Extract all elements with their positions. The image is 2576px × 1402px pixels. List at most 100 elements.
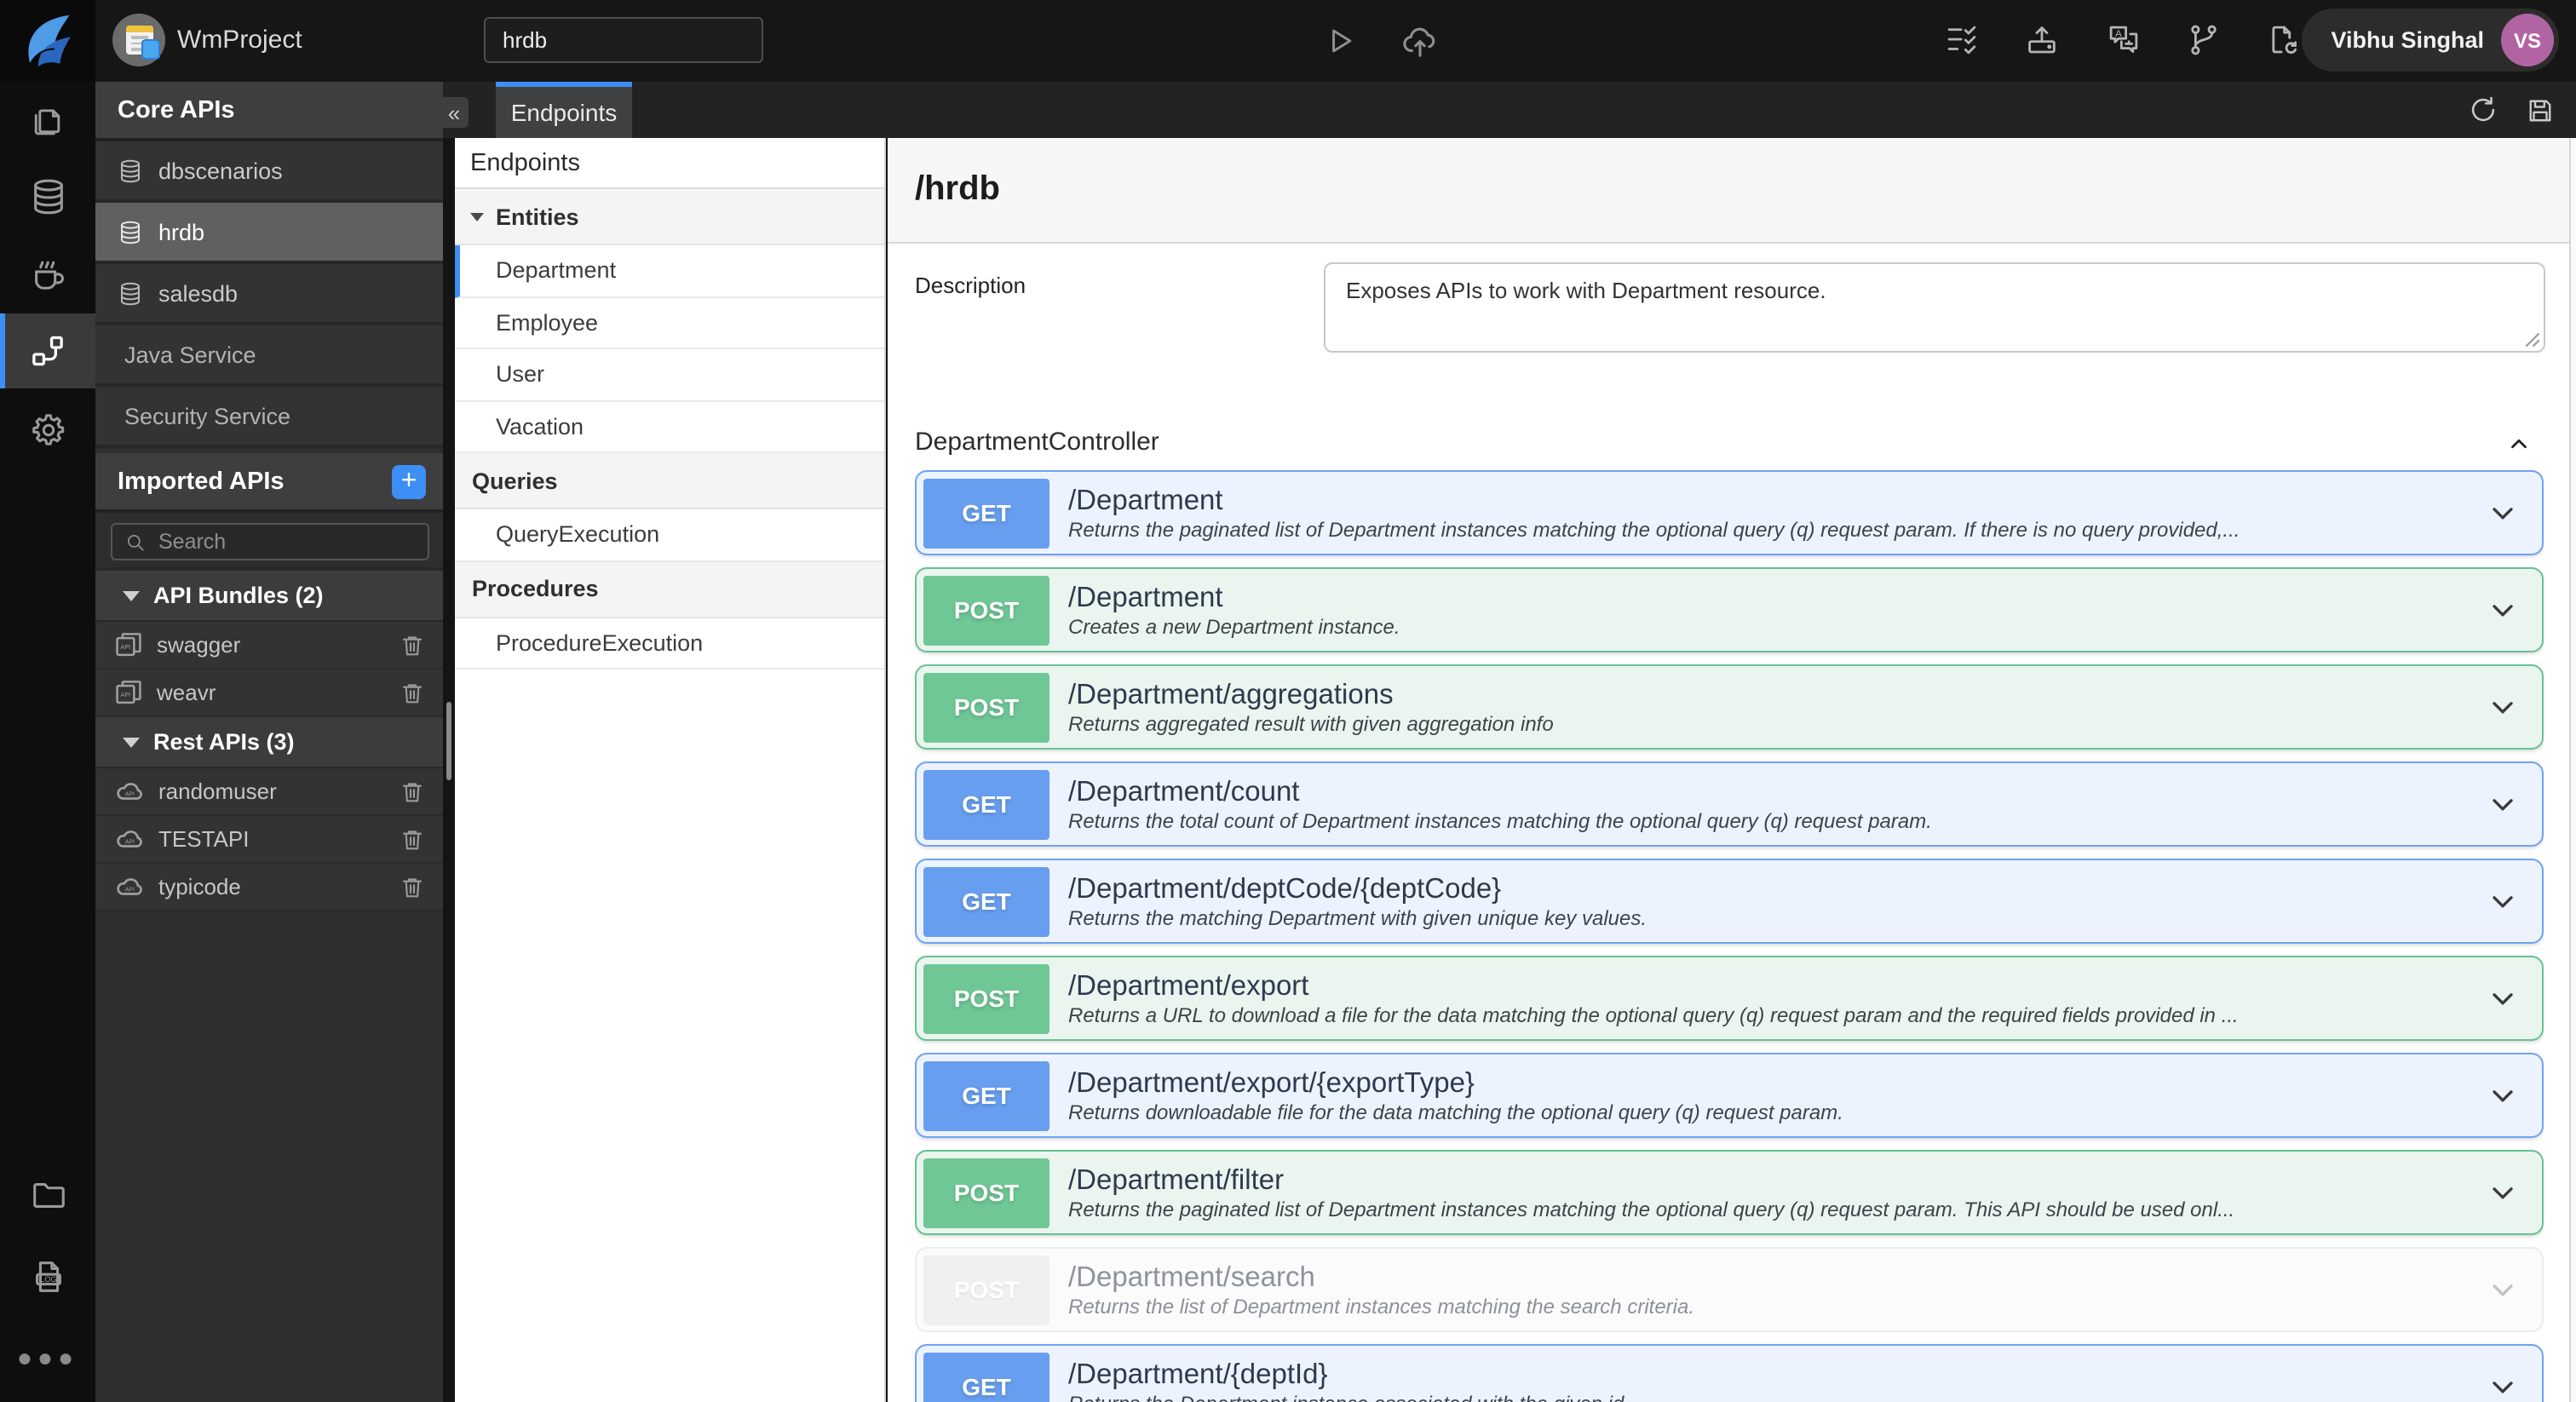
trash-icon[interactable] xyxy=(399,631,426,658)
rail-item-files[interactable] xyxy=(0,1157,95,1232)
chevron-down-icon[interactable] xyxy=(2486,884,2520,918)
save-icon[interactable] xyxy=(2525,95,2556,125)
endpoint-row[interactable]: GET /Department/export/{exportType} Retu… xyxy=(915,1053,2544,1138)
chevron-down-icon[interactable] xyxy=(2486,1370,2520,1402)
project-avatar[interactable] xyxy=(112,14,165,66)
endpoint-row[interactable]: GET /Department/{deptId} Returns the Dep… xyxy=(915,1344,2544,1402)
description-textarea[interactable]: Exposes APIs to work with Department res… xyxy=(1324,262,2545,353)
left-icon-rail: LOG ●●● xyxy=(0,82,95,1402)
section-procedures: Procedures xyxy=(455,561,884,618)
version-control-button[interactable] xyxy=(2186,22,2223,60)
chevron-down-icon[interactable] xyxy=(2486,1175,2520,1210)
sidebar-item-hrdb[interactable]: hrdb xyxy=(95,203,443,264)
endpoint-row[interactable]: POST /Department/export Returns a URL to… xyxy=(915,956,2544,1041)
endpoint-row-disabled: POST /Department/search Returns the list… xyxy=(915,1247,2544,1332)
sidebar-item-weavr[interactable]: API weavr xyxy=(95,669,443,717)
tab-bar: « Endpoints xyxy=(440,82,2576,138)
trash-icon[interactable] xyxy=(399,825,426,853)
rail-item-more[interactable]: ●●● xyxy=(0,1320,95,1395)
endpoint-row[interactable]: GET /Department Returns the paginated li… xyxy=(915,470,2544,555)
panel-item-department[interactable]: Department xyxy=(455,245,884,297)
sidebar-item-randomuser[interactable]: API randomuser xyxy=(95,768,443,816)
file-sync-button[interactable] xyxy=(2264,22,2302,60)
header-search-input[interactable] xyxy=(484,17,763,63)
trash-icon[interactable] xyxy=(399,679,426,706)
checklist-button[interactable] xyxy=(1944,22,1981,60)
coffee-cup-icon xyxy=(34,260,63,289)
rail-item-database[interactable] xyxy=(0,158,95,233)
service-title: /hrdb xyxy=(888,138,2576,244)
rail-item-java-services[interactable] xyxy=(0,235,95,310)
trash-icon[interactable] xyxy=(399,778,426,805)
method-badge: GET xyxy=(923,866,1049,936)
sidebar-scrollbar[interactable] xyxy=(446,702,451,780)
sidebar-item-java-service[interactable]: Java Service xyxy=(95,325,443,387)
group-api-bundles[interactable]: API Bundles (2) xyxy=(95,571,443,622)
tab-endpoints[interactable]: Endpoints xyxy=(496,82,632,138)
section-entities[interactable]: Entities xyxy=(455,189,884,245)
endpoint-row[interactable]: GET /Department/count Returns the total … xyxy=(915,761,2544,847)
ellipsis-icon: ●●● xyxy=(16,1343,79,1372)
sidebar-item-typicode[interactable]: API typicode xyxy=(95,864,443,911)
endpoint-row[interactable]: POST /Department/filter Returns the pagi… xyxy=(915,1150,2544,1235)
api-bundle-icon: API xyxy=(116,633,141,657)
method-badge: GET xyxy=(923,769,1049,839)
collapse-sidebar-button[interactable]: « xyxy=(440,97,469,128)
sidebar-search-input[interactable] xyxy=(111,523,429,560)
chevron-down-icon[interactable] xyxy=(2486,593,2520,627)
rail-item-logs[interactable]: LOG xyxy=(0,1238,95,1313)
content-scrollbar[interactable] xyxy=(2569,138,2576,1402)
play-icon xyxy=(1332,29,1352,53)
sidebar-item-salesdb[interactable]: salesdb xyxy=(95,264,443,325)
panel-item-employee[interactable]: Employee xyxy=(455,297,884,349)
chevron-expanded-icon xyxy=(123,737,140,747)
section-label: Queries xyxy=(472,468,558,493)
endpoint-path: /Department/export/{exportType} xyxy=(1068,1067,1475,1098)
endpoint-path: /Department/export xyxy=(1068,970,1309,1001)
refresh-icon[interactable] xyxy=(2467,94,2499,126)
run-preview-button[interactable] xyxy=(1320,22,1358,60)
panel-item-queryexecution[interactable]: QueryExecution xyxy=(455,509,884,561)
method-badge: POST xyxy=(923,1255,1049,1324)
rail-item-settings[interactable] xyxy=(0,392,95,467)
resize-handle-icon[interactable] xyxy=(2523,330,2540,348)
chevron-down-icon[interactable] xyxy=(2486,981,2520,1015)
pages-icon xyxy=(34,109,60,135)
rail-item-apis[interactable] xyxy=(0,313,95,388)
rail-item-pages[interactable] xyxy=(0,82,95,157)
user-menu[interactable]: Vibhu Singhal VS xyxy=(2302,9,2559,72)
endpoint-row[interactable]: POST /Department/aggregations Returns ag… xyxy=(915,664,2544,750)
export-project-button[interactable] xyxy=(2024,22,2061,60)
endpoint-path: /Department/aggregations xyxy=(1068,679,1394,710)
sidebar-item-dbscenarios[interactable]: dbscenarios xyxy=(95,141,443,203)
api-bundle-icon: API xyxy=(116,681,141,704)
chevron-down-icon[interactable] xyxy=(2486,690,2520,724)
cloud-api-icon: API xyxy=(117,877,142,894)
chevron-down-icon[interactable] xyxy=(2486,1078,2520,1112)
wavemaker-logo-icon xyxy=(28,14,71,67)
panel-item-label: Department xyxy=(496,257,617,284)
trash-icon[interactable] xyxy=(399,873,426,900)
sidebar-item-label: hrdb xyxy=(158,219,205,244)
sidebar-item-security-service[interactable]: Security Service xyxy=(95,387,443,448)
chevron-down-icon[interactable] xyxy=(2486,787,2520,821)
svg-text:LOG: LOG xyxy=(39,1274,55,1283)
sidebar-item-label: swagger xyxy=(157,632,241,658)
localization-button[interactable]: A xyxy=(2106,22,2143,60)
cloud-api-icon: API xyxy=(117,782,142,799)
panel-item-vacation[interactable]: Vacation xyxy=(455,401,884,453)
add-api-button[interactable]: + xyxy=(392,464,426,498)
endpoint-path: /Department/deptCode/{deptCode} xyxy=(1068,873,1502,904)
chevron-down-icon[interactable] xyxy=(2486,496,2520,530)
endpoint-row[interactable]: POST /Department Creates a new Departmen… xyxy=(915,567,2544,652)
panel-item-procedureexecution[interactable]: ProcedureExecution xyxy=(455,618,884,669)
sidebar-item-testapi[interactable]: API TESTAPI xyxy=(95,816,443,864)
group-rest-apis[interactable]: Rest APIs (3) xyxy=(95,717,443,768)
chevron-up-icon[interactable] xyxy=(2504,431,2533,457)
chevron-down-icon xyxy=(2493,1284,2513,1296)
endpoint-row[interactable]: GET /Department/deptCode/{deptCode} Retu… xyxy=(915,859,2544,944)
cloud-deploy-button[interactable] xyxy=(1400,22,1438,60)
panel-item-user[interactable]: User xyxy=(455,349,884,401)
top-header: WmProject A xyxy=(0,0,2576,82)
sidebar-item-swagger[interactable]: API swagger xyxy=(95,622,443,669)
